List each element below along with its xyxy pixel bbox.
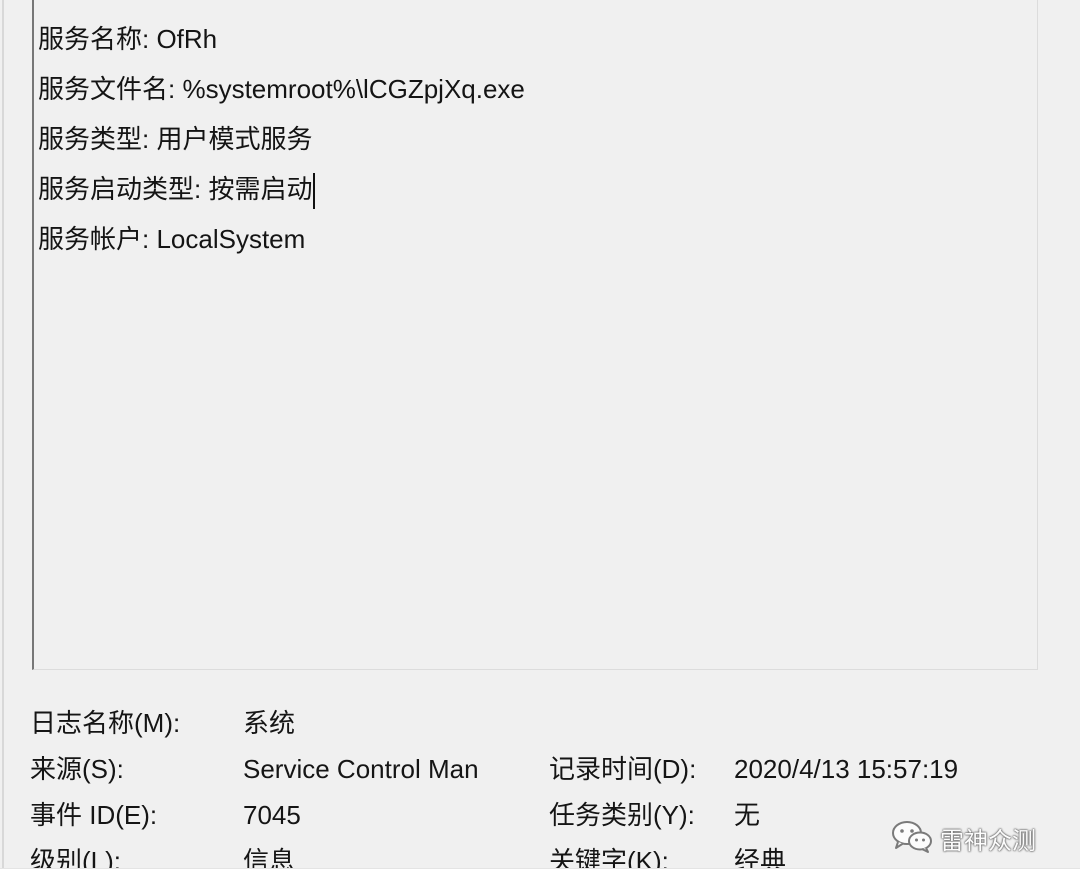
watermark-text: 雷神众测	[940, 827, 1036, 855]
service-account-line: 服务帐户: LocalSystem	[38, 224, 306, 254]
task-category-value: 无	[734, 800, 761, 830]
event-id-value: 7045	[243, 800, 301, 830]
service-name-line: 服务名称: OfRh	[38, 24, 218, 54]
source-value: Service Control Man	[243, 754, 479, 784]
service-start-type-line-wrap: 服务启动类型: 按需启动	[38, 164, 525, 214]
log-name-value: 系统	[243, 708, 296, 738]
log-name-label: 日志名称(M):	[30, 708, 181, 738]
event-properties-window: 服务名称: OfRh 服务文件名: %systemroot%\lCGZpjXq.…	[0, 0, 1080, 868]
event-description-textbox[interactable]: 服务名称: OfRh 服务文件名: %systemroot%\lCGZpjXq.…	[32, 0, 1038, 670]
service-file-name-line: 服务文件名: %systemroot%\lCGZpjXq.exe	[38, 74, 525, 104]
service-type-line: 服务类型: 用户模式服务	[38, 124, 313, 154]
service-start-type-line: 服务启动类型: 按需启动	[38, 174, 313, 204]
text-cursor	[313, 173, 316, 210]
level-label: 级别(L):	[30, 846, 122, 868]
description-lines: 服务名称: OfRh 服务文件名: %systemroot%\lCGZpjXq.…	[38, 14, 525, 264]
wechat-icon	[890, 818, 934, 859]
task-category-label: 任务类别(Y):	[549, 800, 695, 830]
window-left-border	[2, 0, 4, 868]
keywords-value: 经典	[734, 846, 787, 868]
source-label: 来源(S):	[30, 754, 124, 784]
watermark: 雷神众测	[890, 818, 1036, 859]
bottom-strip	[0, 868, 1080, 885]
keywords-label: 关键字(K):	[549, 846, 669, 868]
logged-time-label: 记录时间(D):	[549, 754, 697, 784]
level-value: 信息	[243, 846, 296, 868]
logged-time-value: 2020/4/13 15:57:19	[734, 754, 959, 784]
event-id-label: 事件 ID(E):	[30, 800, 158, 830]
